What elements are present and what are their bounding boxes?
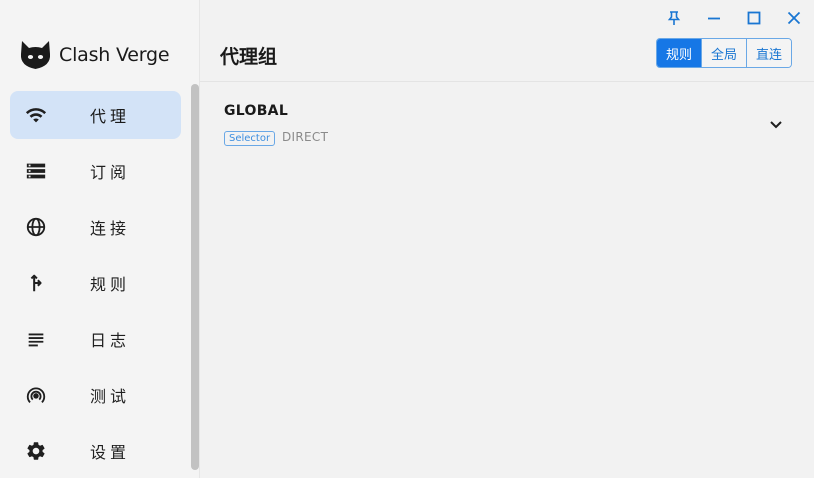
chevron-down-icon [770,121,782,129]
sidebar-item-label: 代理 [90,107,131,126]
mode-rule-button[interactable]: 规则 [657,39,702,67]
minimize-icon [708,17,720,20]
pin-button[interactable] [654,0,694,36]
maximize-button[interactable] [734,0,774,36]
sidebar-item-test[interactable]: 测试 [10,371,181,419]
expand-button[interactable] [766,114,786,134]
list-lines-icon [24,327,48,351]
sidebar-item-logs[interactable]: 日志 [10,315,181,363]
sidebar-nav: 代理 订阅 连接 规则 日志 测试 设置 [10,91,181,478]
sidebar-item-label: 测试 [90,387,131,406]
page-title: 代理组 [220,46,278,68]
maximize-icon [747,11,761,25]
sidebar-scrollbar[interactable] [191,84,199,470]
sidebar-item-label: 设置 [90,443,131,462]
sidebar-item-rules[interactable]: 规则 [10,259,181,307]
close-icon [787,11,801,25]
minimize-button[interactable] [694,0,734,36]
app-name: Clash Verge [59,44,170,66]
proxy-group-type-badge: Selector [224,131,276,146]
proxy-mode-toggle: 规则 全局 直连 [656,38,793,68]
window-controls [654,0,814,36]
sidebar-item-label: 订阅 [90,163,131,182]
proxy-group-item[interactable]: GLOBAL Selector DIRECT [200,82,814,162]
sidebar-item-label: 连接 [90,219,131,238]
cat-logo-icon [20,41,51,69]
sidebar-item-label: 日志 [90,331,131,350]
sidebar-item-label: 规则 [90,275,131,294]
sidebar: Clash Verge 代理 订阅 连接 规则 日志 测试 设置 [0,0,200,478]
mode-global-button[interactable]: 全局 [701,39,747,67]
pin-icon [667,11,681,25]
sidebar-item-connections[interactable]: 连接 [10,203,181,251]
storage-icon [24,159,48,183]
globe-icon [24,215,48,239]
wifi-icon [24,103,48,127]
fork-arrow-icon [24,271,48,295]
close-button[interactable] [774,0,814,36]
mode-direct-button[interactable]: 直连 [746,39,792,67]
app-logo: Clash Verge [20,40,170,70]
sidebar-item-settings[interactable]: 设置 [10,427,181,475]
gear-icon [24,439,48,463]
sidebar-item-subscription[interactable]: 订阅 [10,147,181,195]
radar-icon [24,383,48,407]
proxy-group-name: GLOBAL [224,103,289,119]
proxy-group-current: DIRECT [282,130,329,144]
sidebar-item-proxy[interactable]: 代理 [10,91,181,139]
